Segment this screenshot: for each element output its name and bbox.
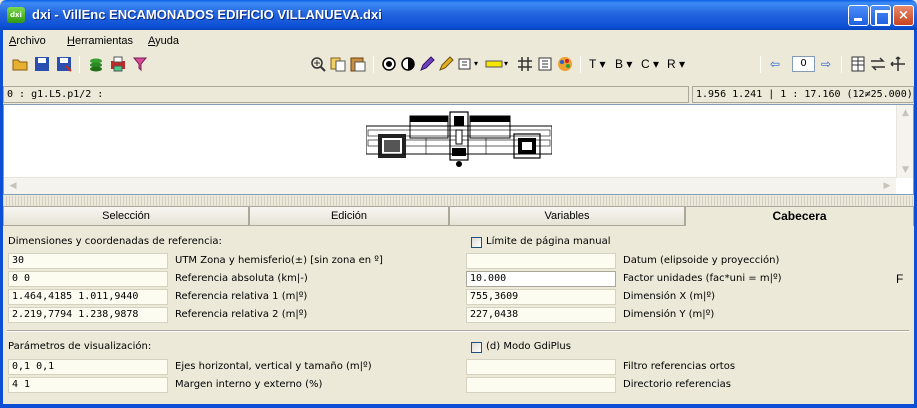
open-folder-icon[interactable] <box>11 55 29 73</box>
dimension-x-label: Dimensión X (m|º) <box>623 291 715 302</box>
color-button[interactable]: C ▾ <box>641 57 659 71</box>
menu-archivo[interactable]: Archivo <box>9 35 46 47</box>
scroll-right-icon[interactable]: ▶ <box>879 179 895 194</box>
filter-icon[interactable] <box>131 55 149 73</box>
table-icon[interactable] <box>849 55 867 73</box>
section-title-dimensions: Dimensiones y coordenadas de referencia: <box>8 236 222 247</box>
text-size-button[interactable]: T ▾ <box>589 57 605 71</box>
utm-zone-label: UTM Zona y hemisferio(±) [sin zona en º] <box>175 255 383 266</box>
scroll-left-icon[interactable]: ◀ <box>5 179 21 194</box>
axes-label: Ejes horizontal, vertical y tamaño (m|º) <box>175 361 372 372</box>
status-line: 0 : g1.L5.p1/2 : 1.956 1.241 | 1 : 17.16… <box>3 86 914 103</box>
relative-reference-2-field[interactable]: 2.219,7794 1.238,9878 <box>8 307 168 323</box>
page-input[interactable]: 0 <box>792 56 815 72</box>
toolbar-separator <box>760 56 761 73</box>
unit-factor-flag[interactable]: F <box>896 272 903 286</box>
relative-reference-1-field[interactable]: 1.464,4185 1.011,9440 <box>8 289 168 305</box>
rectangle-icon[interactable] <box>456 55 474 73</box>
scroll-up-icon[interactable]: ▲ <box>898 105 913 121</box>
save-icon[interactable] <box>33 55 51 73</box>
references-directory-label: Directorio referencias <box>623 379 731 390</box>
window-title: dxi - VillEnc ENCAMONADOS EDIFICIO VILLA… <box>32 7 382 22</box>
tab-cabecera[interactable]: Cabecera <box>685 206 914 226</box>
pen-icon[interactable] <box>418 55 436 73</box>
datum-field[interactable] <box>466 253 616 269</box>
zoom-icon[interactable] <box>309 55 327 73</box>
tab-variables[interactable]: Variables <box>449 206 685 226</box>
tab-edicion[interactable]: Edición <box>249 206 449 226</box>
tab-bar: Selección Edición Variables Cabecera <box>3 206 914 226</box>
invert-icon[interactable] <box>399 55 417 73</box>
eraser-icon[interactable] <box>437 55 455 73</box>
window-border-bottom <box>0 404 917 408</box>
absolute-reference-label: Referencia absoluta (km|-) <box>175 273 308 284</box>
coordinate-readout: 1.956 1.241 | 1 : 17.160 (12≠25.000) <box>692 86 914 103</box>
relative-reference-2-label: Referencia relativa 2 (m|º) <box>175 309 308 320</box>
save-as-icon[interactable] <box>55 55 73 73</box>
section-divider <box>7 330 909 332</box>
menu-bar: Archivo Herramientas Ayuda <box>3 32 914 50</box>
print-icon[interactable] <box>109 55 127 73</box>
section-title-visualization: Parámetros de visualización: <box>8 341 152 352</box>
maximize-button[interactable] <box>870 5 891 26</box>
bold-button[interactable]: B ▾ <box>615 57 632 71</box>
pan-icon[interactable] <box>889 55 907 73</box>
gdiplus-checkbox[interactable] <box>471 342 482 353</box>
rotate-button[interactable]: R ▾ <box>667 57 685 71</box>
color-swatch-icon[interactable] <box>485 55 503 73</box>
contrast-icon[interactable] <box>380 55 398 73</box>
next-page-icon[interactable]: ⇨ <box>821 57 831 71</box>
horizontal-scrollbar[interactable]: ◀ ▶ <box>4 177 896 194</box>
copy-icon[interactable] <box>329 55 347 73</box>
close-button[interactable]: × <box>893 5 914 26</box>
toolbar-separator <box>79 56 80 73</box>
element-path: 0 : g1.L5.p1/2 : <box>3 86 689 103</box>
ortho-filter-label: Filtro referencias ortos <box>623 361 736 372</box>
layers-icon[interactable] <box>87 55 105 73</box>
app-icon: dxi <box>7 7 25 23</box>
tab-seleccion[interactable]: Selección <box>3 206 249 226</box>
color-dropdown-icon[interactable]: ▾ <box>504 59 508 68</box>
datum-label: Datum (elipsoide y proyección) <box>623 255 780 266</box>
drawing-viewer[interactable]: ▲ ▼ ◀ ▶ <box>3 104 914 195</box>
arrows-icon[interactable] <box>869 55 887 73</box>
margins-label: Margen interno y externo (%) <box>175 379 323 390</box>
rectangle-dropdown-icon[interactable]: ▾ <box>474 59 478 68</box>
splitter[interactable] <box>3 196 914 206</box>
dimension-y-field[interactable]: 227,0438 <box>466 307 616 323</box>
vertical-scrollbar[interactable]: ▲ ▼ <box>896 105 913 178</box>
grid-icon[interactable] <box>516 55 534 73</box>
prev-page-icon[interactable]: ⇦ <box>770 57 780 71</box>
toolbar-separator <box>841 56 842 73</box>
axes-field[interactable]: 0,1 0,1 <box>8 359 168 375</box>
palette-icon[interactable] <box>556 55 574 73</box>
title-bar: dxi dxi - VillEnc ENCAMONADOS EDIFICIO V… <box>0 0 917 30</box>
relative-reference-1-label: Referencia relativa 1 (m|º) <box>175 291 308 302</box>
unit-factor-field[interactable]: 10.000 <box>466 271 616 287</box>
dimension-x-field[interactable]: 755,3609 <box>466 289 616 305</box>
dimension-y-label: Dimensión Y (m|º) <box>623 309 715 320</box>
manual-page-limit-label: Límite de página manual <box>486 236 611 247</box>
cabecera-panel: Dimensiones y coordenadas de referencia:… <box>3 226 914 402</box>
manual-page-limit-checkbox[interactable] <box>471 237 482 248</box>
frame-icon[interactable] <box>536 55 554 73</box>
drawing-preview <box>366 111 552 167</box>
absolute-reference-field[interactable]: 0 0 <box>8 271 168 287</box>
utm-zone-field[interactable]: 30 <box>8 253 168 269</box>
close-icon: × <box>898 8 909 23</box>
toolbar-separator <box>580 56 581 73</box>
menu-herramientas[interactable]: Herramientas <box>67 35 133 47</box>
minimize-button[interactable] <box>848 5 869 26</box>
menu-ayuda[interactable]: Ayuda <box>148 35 179 47</box>
ortho-filter-field[interactable] <box>466 359 616 375</box>
gdiplus-label: (d) Modo GdiPlus <box>486 341 571 352</box>
scroll-down-icon[interactable]: ▼ <box>898 162 913 178</box>
margins-field[interactable]: 4 1 <box>8 377 168 393</box>
toolbar: ▾ ▾ T ▾ B ▾ C ▾ R ▾ ⇦ 0 ⇨ <box>3 52 914 77</box>
references-directory-field[interactable] <box>466 377 616 393</box>
unit-factor-label: Factor unidades (fac*uni = m|º) <box>623 273 782 284</box>
toolbar-separator <box>373 56 374 73</box>
paste-icon[interactable] <box>349 55 367 73</box>
